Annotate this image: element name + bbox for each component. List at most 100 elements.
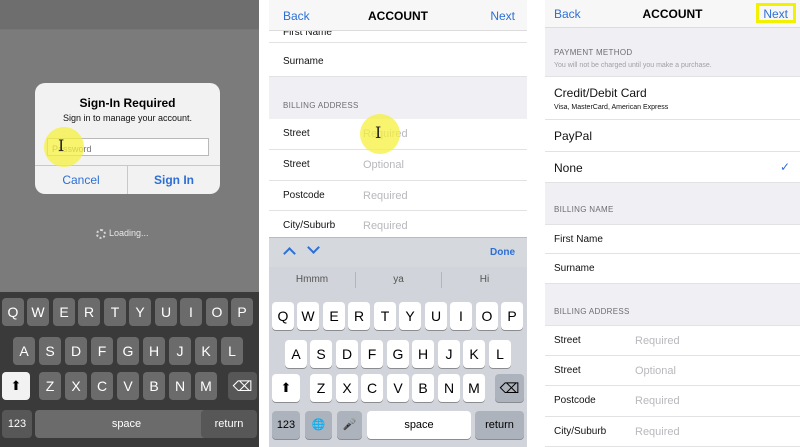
key-l[interactable]: L <box>489 340 511 368</box>
numbers-key[interactable]: 123 <box>2 410 32 438</box>
none-option[interactable]: None ✓ <box>545 152 800 183</box>
key-t[interactable]: T <box>374 302 396 330</box>
key-z[interactable]: Z <box>310 374 332 402</box>
key-p[interactable]: P <box>231 298 253 326</box>
key-r[interactable]: R <box>348 302 370 330</box>
key-c[interactable]: C <box>91 372 113 400</box>
key-i[interactable]: I <box>180 298 202 326</box>
cancel-button[interactable]: Cancel <box>35 166 127 194</box>
shift-key[interactable]: ⬆ <box>2 372 30 400</box>
key-s[interactable]: S <box>39 337 61 365</box>
key-x[interactable]: X <box>65 372 87 400</box>
postcode-input[interactable]: Required <box>363 190 408 202</box>
postcode-input[interactable]: Required <box>635 395 680 407</box>
key-q[interactable]: Q <box>2 298 24 326</box>
postcode-label: Postcode <box>554 395 596 406</box>
street-2-label: Street <box>283 159 310 170</box>
key-v[interactable]: V <box>387 374 409 402</box>
key-w[interactable]: W <box>297 302 319 330</box>
checkmark-icon: ✓ <box>779 160 790 174</box>
key-e[interactable]: E <box>53 298 75 326</box>
key-o[interactable]: O <box>476 302 498 330</box>
key-n[interactable]: N <box>438 374 460 402</box>
key-w[interactable]: W <box>27 298 49 326</box>
suggestion-3[interactable]: Hi <box>442 267 527 293</box>
key-z[interactable]: Z <box>39 372 61 400</box>
postcode-row[interactable]: Postcode Required <box>545 386 800 417</box>
status-bar <box>0 0 259 30</box>
key-f[interactable]: F <box>361 340 383 368</box>
key-k[interactable]: K <box>195 337 217 365</box>
street-input[interactable]: Required <box>635 335 680 347</box>
suggestion-1[interactable]: Hmmm <box>269 267 355 293</box>
key-a[interactable]: A <box>13 337 35 365</box>
key-g[interactable]: G <box>387 340 409 368</box>
paypal-option[interactable]: PayPal <box>545 120 800 152</box>
keyboard: Q W E R T Y U I O P A S D F G H J K L ⬆ … <box>0 292 259 447</box>
return-key[interactable]: return <box>201 410 257 438</box>
chevron-down-icon[interactable] <box>307 241 320 254</box>
key-m[interactable]: M <box>195 372 217 400</box>
key-j[interactable]: J <box>438 340 460 368</box>
key-y[interactable]: Y <box>129 298 151 326</box>
sign-in-button[interactable]: Sign In <box>128 166 220 194</box>
key-a[interactable]: A <box>285 340 307 368</box>
backspace-key[interactable]: ⌫ <box>495 374 524 402</box>
first-name-row[interactable]: First Name <box>545 224 800 254</box>
key-r[interactable]: R <box>78 298 100 326</box>
microphone-key[interactable]: 🎤 <box>337 411 362 439</box>
credit-card-label: Credit/Debit Card <box>554 86 647 100</box>
surname-row[interactable]: Surname <box>545 254 800 284</box>
key-q[interactable]: Q <box>272 302 294 330</box>
key-l[interactable]: L <box>221 337 243 365</box>
key-m[interactable]: M <box>463 374 485 402</box>
surname-label: Surname <box>283 56 324 67</box>
key-h[interactable]: H <box>412 340 434 368</box>
street-2-input[interactable]: Optional <box>635 365 676 377</box>
key-i[interactable]: I <box>450 302 472 330</box>
key-h[interactable]: H <box>143 337 165 365</box>
key-g[interactable]: G <box>117 337 139 365</box>
surname-row[interactable]: Surname <box>269 43 527 77</box>
key-f[interactable]: F <box>91 337 113 365</box>
done-button[interactable]: Done <box>490 247 515 258</box>
street-row[interactable]: Street Required <box>545 325 800 356</box>
key-u[interactable]: U <box>425 302 447 330</box>
key-n[interactable]: N <box>169 372 191 400</box>
key-j[interactable]: J <box>169 337 191 365</box>
city-input[interactable]: Required <box>635 426 680 438</box>
key-s[interactable]: S <box>310 340 332 368</box>
key-o[interactable]: O <box>206 298 228 326</box>
key-v[interactable]: V <box>117 372 139 400</box>
key-p[interactable]: P <box>501 302 523 330</box>
return-key[interactable]: return <box>475 411 524 439</box>
key-u[interactable]: U <box>155 298 177 326</box>
globe-key[interactable]: 🌐 <box>305 411 332 439</box>
city-input[interactable]: Required <box>363 220 408 232</box>
credit-card-option[interactable]: Credit/Debit Card Visa, MasterCard, Amer… <box>545 76 800 120</box>
keyboard-toolbar: Done <box>269 237 527 267</box>
key-d[interactable]: D <box>336 340 358 368</box>
key-b[interactable]: B <box>143 372 165 400</box>
suggestion-2[interactable]: ya <box>356 267 441 293</box>
key-t[interactable]: T <box>104 298 126 326</box>
key-e[interactable]: E <box>323 302 345 330</box>
next-button[interactable]: Next <box>490 9 515 23</box>
chevron-up-icon[interactable] <box>283 247 296 260</box>
shift-key[interactable]: ⬆ <box>272 374 300 402</box>
backspace-key[interactable]: ⌫ <box>228 372 257 400</box>
key-y[interactable]: Y <box>399 302 421 330</box>
key-d[interactable]: D <box>65 337 87 365</box>
key-x[interactable]: X <box>336 374 358 402</box>
numbers-key[interactable]: 123 <box>272 411 300 439</box>
key-k[interactable]: K <box>463 340 485 368</box>
key-b[interactable]: B <box>412 374 434 402</box>
space-key[interactable]: space <box>35 410 218 438</box>
space-key[interactable]: space <box>367 411 471 439</box>
city-row[interactable]: City/Suburb Required <box>545 417 800 447</box>
street-2-row[interactable]: Street Optional <box>269 150 527 181</box>
street-2-row[interactable]: Street Optional <box>545 356 800 386</box>
postcode-row[interactable]: Postcode Required <box>269 181 527 211</box>
key-c[interactable]: C <box>361 374 383 402</box>
street-2-input[interactable]: Optional <box>363 159 404 171</box>
